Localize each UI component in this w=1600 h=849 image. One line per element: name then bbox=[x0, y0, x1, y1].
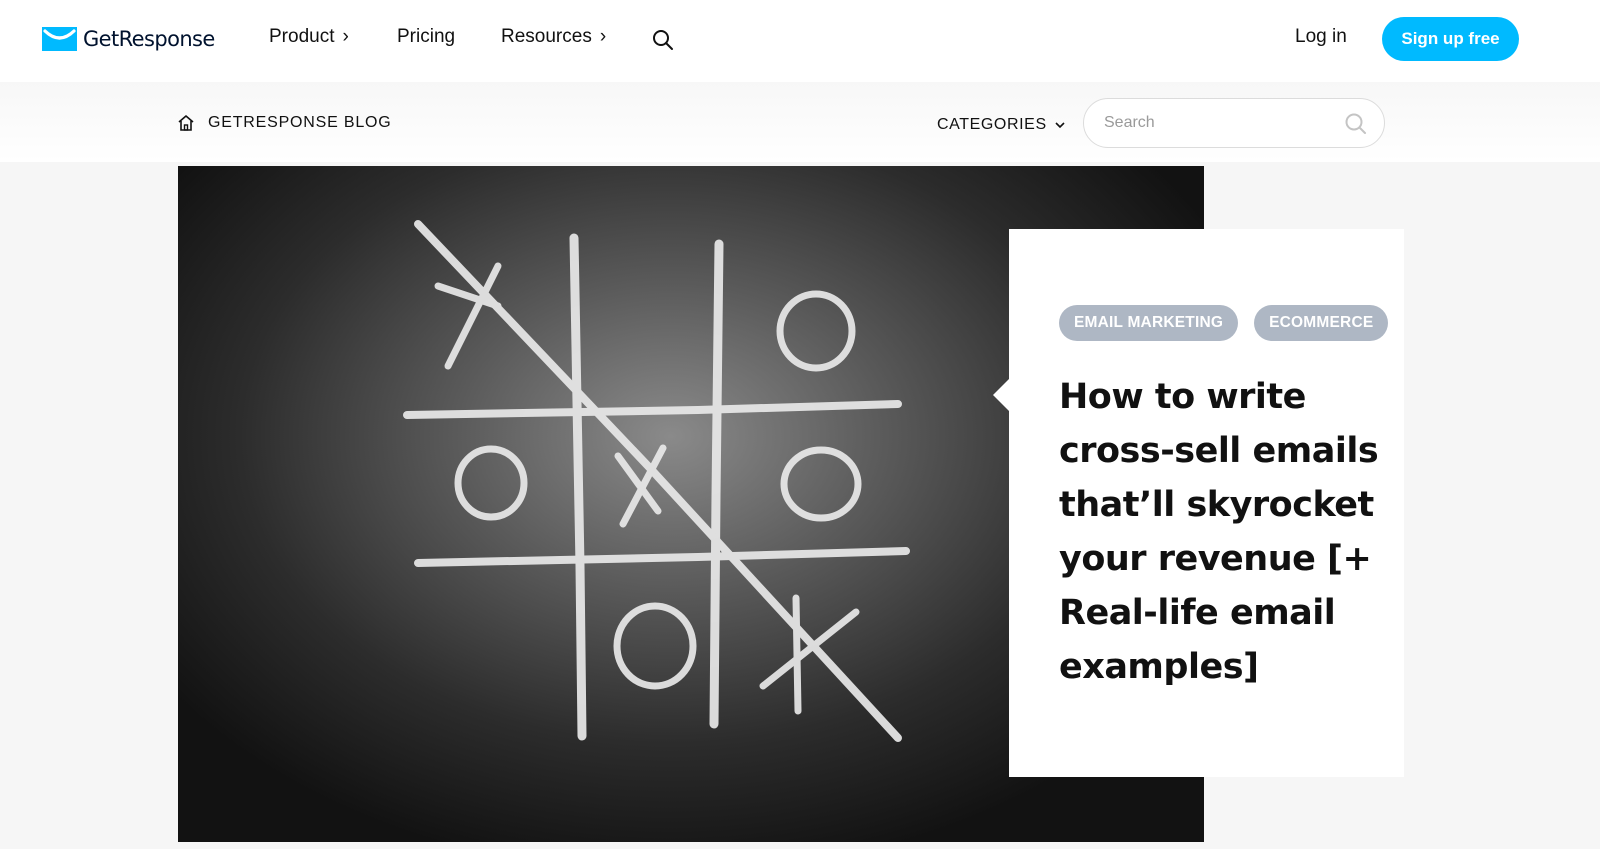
card-pointer bbox=[993, 378, 1010, 412]
nav-resources[interactable]: Resources › bbox=[501, 26, 606, 48]
getresponse-logo[interactable]: GetResponse bbox=[42, 25, 215, 53]
envelope-smile-icon bbox=[42, 27, 77, 51]
top-navigation: GetResponse Product › Pricing Resources … bbox=[0, 0, 1600, 82]
blog-search-input[interactable] bbox=[1104, 112, 1334, 134]
tag-email-marketing[interactable]: EMAIL MARKETING bbox=[1059, 305, 1239, 341]
blog-subheader: GETRESPONSE BLOG CATEGORIES bbox=[0, 82, 1600, 162]
tag-ecommerce[interactable]: ECOMMERCE bbox=[1254, 305, 1389, 341]
breadcrumb-label: GETRESPONSE BLOG bbox=[208, 114, 392, 131]
search-icon[interactable] bbox=[651, 28, 675, 52]
login-link[interactable]: Log in bbox=[1295, 26, 1347, 48]
search-icon[interactable] bbox=[1344, 112, 1368, 136]
post-title[interactable]: How to write cross-sell emails that’ll s… bbox=[1059, 370, 1389, 694]
brand-name: GetResponse bbox=[83, 27, 215, 51]
chevron-right-icon: › bbox=[599, 26, 607, 47]
breadcrumb[interactable]: GETRESPONSE BLOG bbox=[177, 114, 392, 132]
nav-product[interactable]: Product › bbox=[269, 26, 349, 48]
nav-product-label: Product bbox=[269, 26, 335, 47]
nav-pricing[interactable]: Pricing bbox=[397, 26, 455, 48]
nav-pricing-label: Pricing bbox=[397, 26, 456, 47]
chevron-down-icon bbox=[1055, 122, 1065, 129]
post-tags: EMAIL MARKETING ECOMMERCE bbox=[1059, 305, 1389, 341]
signup-button[interactable]: Sign up free bbox=[1382, 17, 1519, 61]
home-icon bbox=[178, 115, 194, 131]
blog-search bbox=[1083, 98, 1385, 148]
chevron-right-icon: › bbox=[342, 26, 349, 47]
categories-label: CATEGORIES bbox=[937, 116, 1047, 133]
categories-dropdown[interactable]: CATEGORIES bbox=[937, 116, 1065, 134]
nav-resources-label: Resources bbox=[501, 26, 592, 47]
